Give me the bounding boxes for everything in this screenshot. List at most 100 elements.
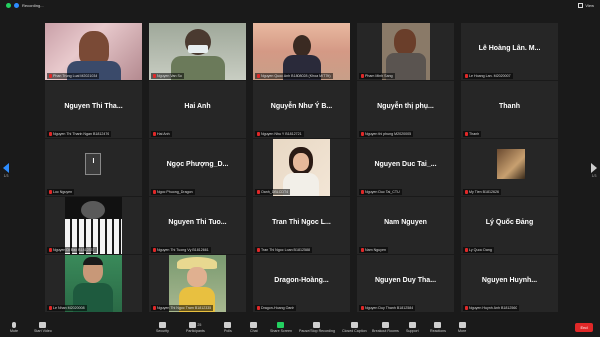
share-screen-button[interactable]: Share Screen	[270, 322, 292, 333]
view-button[interactable]: View	[578, 3, 594, 8]
participant-tile[interactable]: Nguyen Huynh... Nguyen Huynh Anh B181256…	[461, 255, 558, 312]
participant-tile[interactable]: Tran Thi Ngoc L... Tran Thi Ngoc Loan B1…	[253, 197, 350, 254]
participant-label: Nguyen Di Bao B1812337	[47, 247, 97, 253]
microphone-icon	[12, 322, 16, 328]
participant-tile[interactable]: Nguyen Quoc Anh B1808028 (Khoa MIT7tt)	[253, 23, 350, 80]
participant-tile[interactable]: Thanh Thanh	[461, 81, 558, 138]
participants-button[interactable]: 25 Participants	[186, 322, 205, 333]
participant-label: Pham Minh Sang	[359, 73, 395, 79]
record-button[interactable]: Pause/Stop Recording	[299, 322, 335, 333]
pause-stop-icon	[313, 322, 321, 328]
participant-label: Oanh_DBLCDT4	[255, 189, 291, 195]
muted-mic-icon	[361, 248, 364, 252]
participant-label: Nguyen Quoc Anh B1808028 (Khoa MIT7tt)	[255, 73, 333, 79]
participant-label: Nguyen Thi Tuong Vy B1812661	[151, 247, 211, 253]
chat-bubble-icon	[250, 322, 258, 328]
participant-name: Tran Thi Ngoc L...	[272, 219, 331, 226]
participant-tile[interactable]: I Loc Nguyen	[45, 139, 142, 196]
breakout-rooms-button[interactable]: Breakout Rooms	[372, 322, 399, 333]
prev-page-button[interactable]: 1/3	[2, 163, 10, 181]
participant-label: Dragon-Hoang Oanh	[255, 305, 297, 311]
participant-initial: I	[92, 158, 95, 165]
participant-tile[interactable]: Lý Quốc Đảng Ly Quoc Dang	[461, 197, 558, 254]
participant-tile[interactable]: Nguyen Thi Tha... Nguyen Thi Thanh Ngan …	[45, 81, 142, 138]
muted-mic-icon	[49, 132, 52, 136]
muted-mic-icon	[153, 190, 156, 194]
share-screen-icon	[277, 322, 285, 328]
muted-mic-icon	[153, 248, 156, 252]
muted-mic-icon	[465, 132, 468, 136]
participant-label: Nguyen thi phung M2020005	[359, 131, 414, 137]
share-screen-label: Share Screen	[270, 329, 292, 333]
closed-caption-label: Closed Caption	[342, 329, 367, 333]
participant-label: Ngoc Phuong_Dragon	[151, 189, 195, 195]
participant-tile[interactable]: Le Nhan M2020008	[45, 255, 142, 312]
participant-label: Le Hoang Lan. M2020007	[463, 73, 513, 79]
participant-name: Nguyen Duy Tha...	[374, 277, 437, 284]
support-label: Support	[406, 329, 419, 333]
participant-tile[interactable]: Lê Hoàng Lân. M... Le Hoang Lan. M202000…	[461, 23, 558, 80]
face-mask	[188, 45, 208, 53]
polls-button[interactable]: Polls	[224, 322, 232, 333]
security-button[interactable]: Security	[156, 322, 169, 333]
reactions-label: Reactions	[430, 329, 446, 333]
next-page-button[interactable]: 1/3	[590, 163, 598, 181]
muted-mic-icon	[257, 306, 260, 310]
more-button[interactable]: More	[458, 322, 466, 333]
participant-name: Nguyễn thị phụ...	[377, 103, 434, 110]
top-bar: Recording... View	[0, 0, 600, 14]
participant-tile[interactable]: My Tien B1812626	[461, 139, 558, 196]
participant-tile[interactable]: Phan Trung Lual M2021034	[45, 23, 142, 80]
participant-label: Nguyen Van So	[151, 73, 184, 79]
support-button[interactable]: Support	[406, 322, 419, 333]
recording-label: Recording...	[22, 3, 44, 8]
muted-mic-icon	[257, 248, 260, 252]
participant-tile[interactable]: Nguyen Duc Tai_... Nguyen Duc Tai_CTU	[357, 139, 454, 196]
participant-label: Le Nhan M2020008	[47, 305, 87, 311]
mute-button[interactable]: Mute	[10, 322, 18, 333]
participant-avatar-image	[497, 149, 525, 179]
participant-label: Nguyen Duy Thanh B1812584	[359, 305, 416, 311]
muted-mic-icon	[153, 306, 156, 310]
more-label: More	[458, 329, 467, 333]
participant-tile[interactable]: Nguyen Duy Tha... Nguyen Duy Thanh B1812…	[357, 255, 454, 312]
participant-tile[interactable]: Hai Anh Hai Anh	[149, 81, 246, 138]
participant-tile[interactable]: Nam Nguyen Nam Nguyen	[357, 197, 454, 254]
chat-label: Chat	[250, 329, 258, 333]
participant-label: Nguyen Thi Ngoc Tram B1812335	[151, 305, 214, 311]
participant-name: Lê Hoàng Lân. M...	[478, 45, 541, 52]
smiley-icon	[434, 322, 442, 328]
participant-label: My Tien B1812626	[463, 189, 501, 195]
participant-tile[interactable]: Nguyen Thi Tuo... Nguyen Thi Tuong Vy B1…	[149, 197, 246, 254]
participant-tile[interactable]: Nguyen Thi Ngoc Tram B1812335	[149, 255, 246, 312]
muted-mic-icon	[49, 306, 52, 310]
page-indicator-right: 1/3	[591, 174, 597, 178]
reactions-button[interactable]: Reactions	[430, 322, 446, 333]
participant-label: Nguyen Nhu Y B1812721	[255, 131, 304, 137]
participant-tile[interactable]: Dragon-Hoàng... Dragon-Hoang Oanh	[253, 255, 350, 312]
chat-button[interactable]: Chat	[250, 322, 258, 333]
cc-icon	[350, 322, 358, 328]
muted-mic-icon	[465, 190, 468, 194]
start-video-button[interactable]: Start Video	[34, 322, 52, 333]
participant-tile[interactable]: Ngọc Phượng_D... Ngoc Phuong_Dragon	[149, 139, 246, 196]
participant-face	[293, 35, 311, 57]
participant-tile[interactable]: Pham Minh Sang	[357, 23, 454, 80]
participant-tile[interactable]: Oanh_DBLCDT4	[253, 139, 350, 196]
recording-indicator[interactable]: Recording...	[6, 3, 44, 8]
participant-label: Ly Quoc Dang	[463, 247, 494, 253]
participant-tile[interactable]: Nguyen Van So	[149, 23, 246, 80]
participant-tile[interactable]: Nguyễn Như Ý B... Nguyen Nhu Y B1812721	[253, 81, 350, 138]
participant-name: Nguyen Huynh...	[481, 277, 538, 284]
participants-count: 25	[197, 323, 202, 327]
participant-label: Thanh	[463, 131, 482, 137]
participant-face	[79, 31, 109, 65]
muted-mic-icon	[49, 190, 52, 194]
end-meeting-button[interactable]: End	[575, 323, 593, 332]
participant-tile[interactable]: Nguyễn thị phụ... Nguyen thi phung M2020…	[357, 81, 454, 138]
gallery-grid: Phan Trung Lual M2021034 Nguyen Van So N…	[45, 23, 558, 313]
participant-tile[interactable]: Nguyen Di Bao B1812337	[45, 197, 142, 254]
closed-caption-button[interactable]: Closed Caption	[342, 322, 367, 333]
page-indicator-left: 1/3	[3, 174, 9, 178]
participant-name: Thanh	[499, 103, 520, 110]
